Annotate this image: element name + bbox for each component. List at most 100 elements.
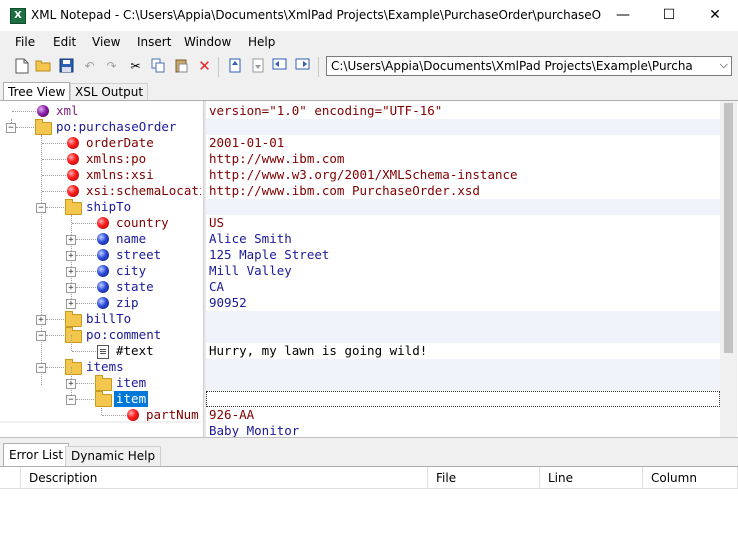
value-cell[interactable]: http://www.ibm.com PurchaseOrder.xsd [206,183,720,199]
menu-window[interactable]: Window [184,35,231,49]
value-edit-field[interactable] [206,391,720,407]
cut-icon[interactable]: ✂ [127,58,144,75]
nudge-left-icon[interactable] [271,58,288,75]
tree-node-element[interactable]: − items [0,359,201,375]
new-file-icon[interactable] [13,58,30,75]
expand-icon[interactable]: + [66,299,76,309]
tree-pane[interactable]: xml − po:purchaseOrder orderDate xmlns:p… [0,101,201,423]
collapse-icon[interactable]: − [36,363,46,373]
tree-node-element[interactable]: + item [0,367,201,399]
minimize-button[interactable]: — [600,0,646,31]
value-cell[interactable]: US [206,215,720,231]
redo-icon[interactable]: ↷ [103,58,120,75]
vertical-scrollbar[interactable] [720,101,737,438]
scroll-right-icon[interactable]: › [192,422,197,423]
toolbar-separator [318,57,319,77]
expand-icon[interactable]: + [66,267,76,277]
nudge-down-icon[interactable] [249,58,266,75]
undo-icon[interactable]: ↶ [81,58,98,75]
tree-node-text[interactable]: #text [0,335,201,359]
value-cell[interactable]: Alice Smith [206,231,720,247]
scroll-left-icon[interactable]: ‹ [4,422,9,423]
open-folder-icon[interactable] [35,58,52,75]
error-list-table[interactable]: Description File Line Column [0,466,738,557]
value-cell[interactable] [206,359,720,391]
menu-edit[interactable]: Edit [53,35,76,49]
value-cell[interactable]: http://www.ibm.com [206,151,720,167]
value-cell[interactable]: version="1.0" encoding="UTF-16" [206,103,720,119]
save-icon[interactable] [58,58,75,75]
value-cell[interactable]: http://www.w3.org/2001/XMLSchema-instanc… [206,167,720,183]
tree-node-label: street [116,247,162,262]
tab-error-list[interactable]: Error List [3,443,70,466]
tree-node-attribute[interactable]: xmlns:xsi [0,167,201,183]
copy-icon[interactable] [150,58,167,75]
tree-node-element-selected[interactable]: − item [0,391,201,407]
close-button[interactable]: ✕ [692,0,738,31]
tree-node-element[interactable]: + street [0,247,201,263]
tree-node-xml-declaration[interactable]: xml [0,103,201,119]
value-cell[interactable]: 125 Maple Street [206,247,720,263]
tree-node-element[interactable]: + name [0,231,201,247]
column-header-line[interactable]: Line [540,467,643,489]
value-cell[interactable]: Hurry, my lawn is going wild! [206,343,720,359]
expand-icon[interactable]: + [66,379,76,389]
column-header-description[interactable]: Description [21,467,428,489]
menu-file[interactable]: File [15,35,35,49]
tree-node-label: item [114,391,149,407]
toolbar-separator [218,57,219,77]
collapse-icon[interactable]: − [66,395,76,405]
tree-node-element[interactable]: + zip [0,295,201,311]
tree-node-attribute[interactable]: orderDate [0,135,201,151]
scrollbar-thumb[interactable] [724,103,733,353]
location-combo[interactable]: C:\Users\Appia\Documents\XmlPad Projects… [326,56,732,76]
collapse-icon[interactable]: − [36,331,46,341]
tab-dynamic-help[interactable]: Dynamic Help [65,446,162,466]
tree-node-element[interactable]: − shipTo [0,199,201,215]
tree-node-element[interactable]: + state [0,279,201,295]
collapse-icon[interactable]: − [6,123,16,133]
folder-icon [65,359,82,375]
expand-icon[interactable]: + [36,315,46,325]
tree-node-attribute[interactable]: xsi:schemaLocation [0,183,201,199]
tab-tree-view[interactable]: Tree View [3,82,71,101]
tree-node-element[interactable]: + city [0,263,201,279]
column-header-file[interactable]: File [428,467,540,489]
collapse-icon[interactable]: − [36,203,46,213]
attribute-icon [67,185,79,197]
nudge-up-icon[interactable] [226,58,243,75]
chevron-down-icon[interactable]: ⌵ [720,58,728,72]
tree-node-attribute[interactable]: xmlns:po [0,151,201,167]
nudge-right-icon[interactable] [294,58,311,75]
maximize-button[interactable]: ☐ [646,0,692,31]
expand-icon[interactable]: + [66,283,76,293]
tab-xsl-output[interactable]: XSL Output [70,83,149,100]
column-header-column[interactable]: Column [643,467,738,489]
value-cell[interactable] [206,311,720,343]
tree-node-purchase-order[interactable]: − po:purchaseOrder [0,119,201,135]
expand-icon[interactable]: + [66,251,76,261]
menu-insert[interactable]: Insert [137,35,171,49]
menu-view[interactable]: View [92,35,120,49]
menu-help[interactable]: Help [248,35,275,49]
tree-node-attribute[interactable]: country [0,215,201,231]
value-cell[interactable] [206,199,720,215]
delete-icon[interactable]: ✕ [196,58,213,75]
bottom-tabs: Error List Dynamic Help [0,443,738,467]
value-cell[interactable]: Mill Valley [206,263,720,279]
expand-icon[interactable]: + [66,235,76,245]
paste-icon[interactable] [173,58,190,75]
value-pane[interactable]: version="1.0" encoding="UTF-16" 2001-01-… [206,101,720,438]
folder-icon [65,311,82,327]
value-cell[interactable]: CA [206,279,720,295]
tree-node-element[interactable]: − po:comment [0,327,201,343]
tree-horizontal-scrollbar[interactable]: ‹ › [0,421,201,423]
value-cell[interactable]: 2001-01-01 [206,135,720,151]
tree-node-element[interactable]: + billTo [0,311,201,327]
column-header-icon[interactable] [0,467,21,489]
value-cell[interactable]: 90952 [206,295,720,311]
value-cell[interactable] [206,119,720,135]
value-cell[interactable]: 926-AA [206,407,720,423]
tree-node-label: orderDate [86,135,154,150]
value-cell[interactable]: Baby Monitor [206,423,720,438]
